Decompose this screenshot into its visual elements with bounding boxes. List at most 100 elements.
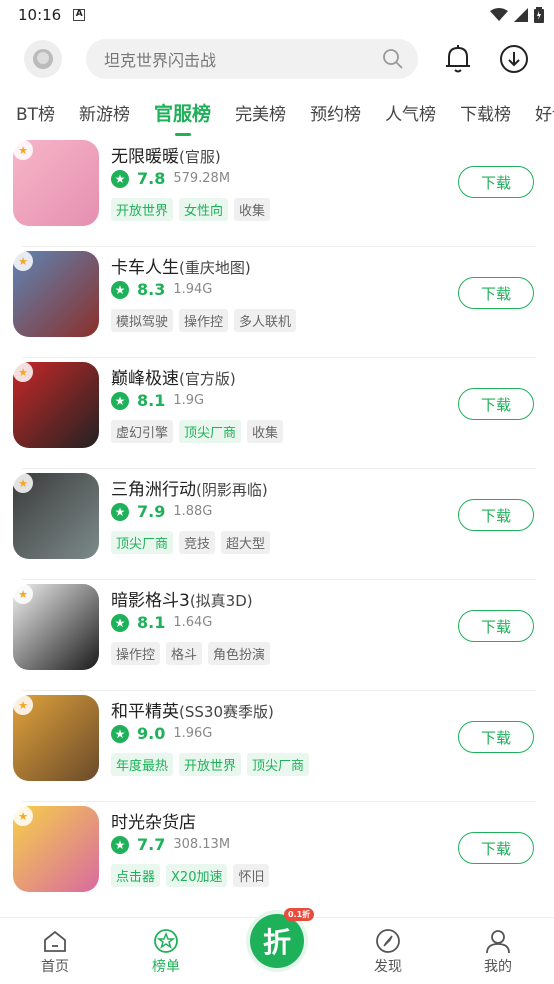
status-time: 10:16: [18, 6, 62, 24]
download-button[interactable]: 下载: [458, 499, 534, 531]
game-tag[interactable]: 顶尖厂商: [247, 753, 310, 776]
game-title[interactable]: 三角洲行动(阴影再临): [111, 475, 268, 500]
rating-star-icon: ★: [111, 502, 129, 521]
game-size: 1.94G: [173, 282, 213, 297]
game-rating: ★ 9.0 1.96G: [111, 724, 212, 743]
compass-icon: [376, 929, 400, 953]
game-size: 308.13M: [173, 837, 231, 852]
game-tag[interactable]: 模拟驾驶: [111, 309, 174, 332]
download-button[interactable]: 下载: [458, 832, 534, 864]
rating-star-icon: ★: [111, 835, 129, 854]
tab-2[interactable]: 官服榜: [154, 99, 211, 126]
game-tag[interactable]: 怀旧: [233, 864, 270, 887]
game-title[interactable]: 卡车人生(重庆地图): [111, 253, 251, 278]
tab-7[interactable]: 好评: [535, 100, 554, 125]
download-button[interactable]: 下载: [458, 721, 534, 753]
rating-score: 8.1: [137, 613, 166, 632]
nav-discover[interactable]: 发现: [348, 926, 428, 976]
download-button[interactable]: 下载: [458, 277, 534, 309]
notification-bell-button[interactable]: [442, 43, 474, 75]
game-tags: 顶尖厂商 竞技 超大型: [111, 531, 271, 554]
star-badge-icon: ★: [13, 806, 33, 826]
game-row[interactable]: ★ 时光杂货店 ★ 7.7 308.13M 点击器 X20加速 怀旧 下载: [0, 802, 554, 903]
game-tag[interactable]: 收集: [234, 198, 271, 221]
nav-discover-label: 发现: [374, 959, 402, 975]
game-title[interactable]: 暗影格斗3(拟真3D): [111, 586, 253, 611]
game-name: 和平精英: [111, 702, 179, 722]
game-tag[interactable]: 点击器: [111, 864, 161, 887]
game-tag[interactable]: 超大型: [221, 531, 271, 554]
game-size: 1.9G: [173, 393, 205, 408]
game-tags: 点击器 X20加速 怀旧: [111, 864, 270, 887]
tab-6[interactable]: 下载榜: [460, 100, 511, 125]
game-tag[interactable]: 年度最热: [111, 753, 174, 776]
game-name: 卡车人生: [111, 258, 179, 278]
star-badge-icon: ★: [13, 473, 33, 493]
game-title[interactable]: 和平精英(SS30赛季版): [111, 697, 274, 722]
discount-fab-button[interactable]: 折 0.1折: [250, 908, 315, 968]
tab-0[interactable]: BT榜: [16, 100, 55, 125]
game-tag[interactable]: 顶尖厂商: [179, 420, 242, 443]
fab-badge: 0.1折: [284, 908, 315, 921]
game-tag[interactable]: 竞技: [179, 531, 216, 554]
game-tags: 开放世界 女性向 收集: [111, 198, 271, 221]
game-title[interactable]: 无限暖暖(官服): [111, 142, 221, 167]
nav-mine[interactable]: 我的: [458, 926, 538, 976]
nav-rank[interactable]: 榜单: [126, 926, 206, 976]
download-button[interactable]: 下载: [458, 610, 534, 642]
battery-icon: [534, 7, 544, 23]
game-tag[interactable]: 开放世界: [179, 753, 242, 776]
download-circle-icon: [500, 45, 528, 73]
game-list: ★ 无限暖暖(官服) ★ 7.8 579.28M 开放世界 女性向 收集 下载 ★ 卡车人生(重庆地…: [0, 136, 554, 903]
game-size: 1.88G: [173, 504, 213, 519]
signal-icon: [514, 8, 528, 22]
game-tag[interactable]: 虚幻引擎: [111, 420, 174, 443]
game-name: 暗影格斗3: [111, 591, 190, 611]
game-size: 1.96G: [173, 726, 213, 741]
profile-icon: [486, 930, 510, 954]
tab-1[interactable]: 新游榜: [79, 100, 130, 125]
game-tag[interactable]: 女性向: [179, 198, 229, 221]
nav-rank-label: 榜单: [152, 959, 180, 975]
tab-5[interactable]: 人气榜: [385, 100, 436, 125]
fab-label: 折: [262, 926, 291, 959]
top-header: 坦克世界闪击战: [0, 30, 554, 88]
game-tag[interactable]: 操作控: [179, 309, 229, 332]
game-row[interactable]: ★ 卡车人生(重庆地图) ★ 8.3 1.94G 模拟驾驶 操作控 多人联机 下载: [0, 247, 554, 358]
game-row[interactable]: ★ 无限暖暖(官服) ★ 7.8 579.28M 开放世界 女性向 收集 下载: [0, 136, 554, 247]
download-button[interactable]: 下载: [458, 388, 534, 420]
game-tag[interactable]: 收集: [247, 420, 284, 443]
download-button[interactable]: 下载: [458, 166, 534, 198]
rating-star-icon: ★: [111, 724, 129, 743]
game-row[interactable]: ★ 三角洲行动(阴影再临) ★ 7.9 1.88G 顶尖厂商 竞技 超大型 下载: [0, 469, 554, 580]
bottom-nav: 首页 榜单 折 0.1折 发现 我的: [0, 908, 554, 984]
search-input[interactable]: 坦克世界闪击战: [86, 39, 418, 79]
nav-home[interactable]: 首页: [15, 926, 95, 976]
game-row[interactable]: ★ 暗影格斗3(拟真3D) ★ 8.1 1.64G 操作控 格斗 角色扮演 下载: [0, 580, 554, 691]
game-suffix: (官服): [179, 148, 221, 166]
game-rating: ★ 7.8 579.28M: [111, 169, 230, 188]
game-title[interactable]: 巅峰极速(官方版): [111, 364, 236, 389]
avatar[interactable]: [24, 40, 62, 78]
game-tag[interactable]: X20加速: [166, 864, 228, 887]
game-title[interactable]: 时光杂货店: [111, 808, 196, 833]
game-tag[interactable]: 操作控: [111, 642, 161, 665]
game-tag[interactable]: 多人联机: [234, 309, 297, 332]
game-tag[interactable]: 开放世界: [111, 198, 174, 221]
game-name: 三角洲行动: [111, 480, 196, 500]
game-suffix: (阴影再临): [196, 481, 268, 499]
game-row[interactable]: ★ 巅峰极速(官方版) ★ 8.1 1.9G 虚幻引擎 顶尖厂商 收集 下载: [0, 358, 554, 469]
game-suffix: (SS30赛季版): [179, 703, 274, 721]
ranking-star-icon: [154, 929, 178, 953]
rating-score: 8.3: [137, 280, 166, 299]
game-row[interactable]: ★ 和平精英(SS30赛季版) ★ 9.0 1.96G 年度最热 开放世界 顶尖厂商 下载: [0, 691, 554, 802]
tab-4[interactable]: 预约榜: [310, 100, 361, 125]
game-tag[interactable]: 格斗: [166, 642, 203, 665]
ranking-tabs: BT榜新游榜官服榜完美榜预约榜人气榜下载榜好评: [0, 88, 554, 136]
tab-3[interactable]: 完美榜: [235, 100, 286, 125]
rating-score: 7.7: [137, 835, 166, 854]
rating-score: 8.1: [137, 391, 166, 410]
game-tag[interactable]: 角色扮演: [208, 642, 271, 665]
download-manager-button[interactable]: [498, 43, 530, 75]
game-tag[interactable]: 顶尖厂商: [111, 531, 174, 554]
